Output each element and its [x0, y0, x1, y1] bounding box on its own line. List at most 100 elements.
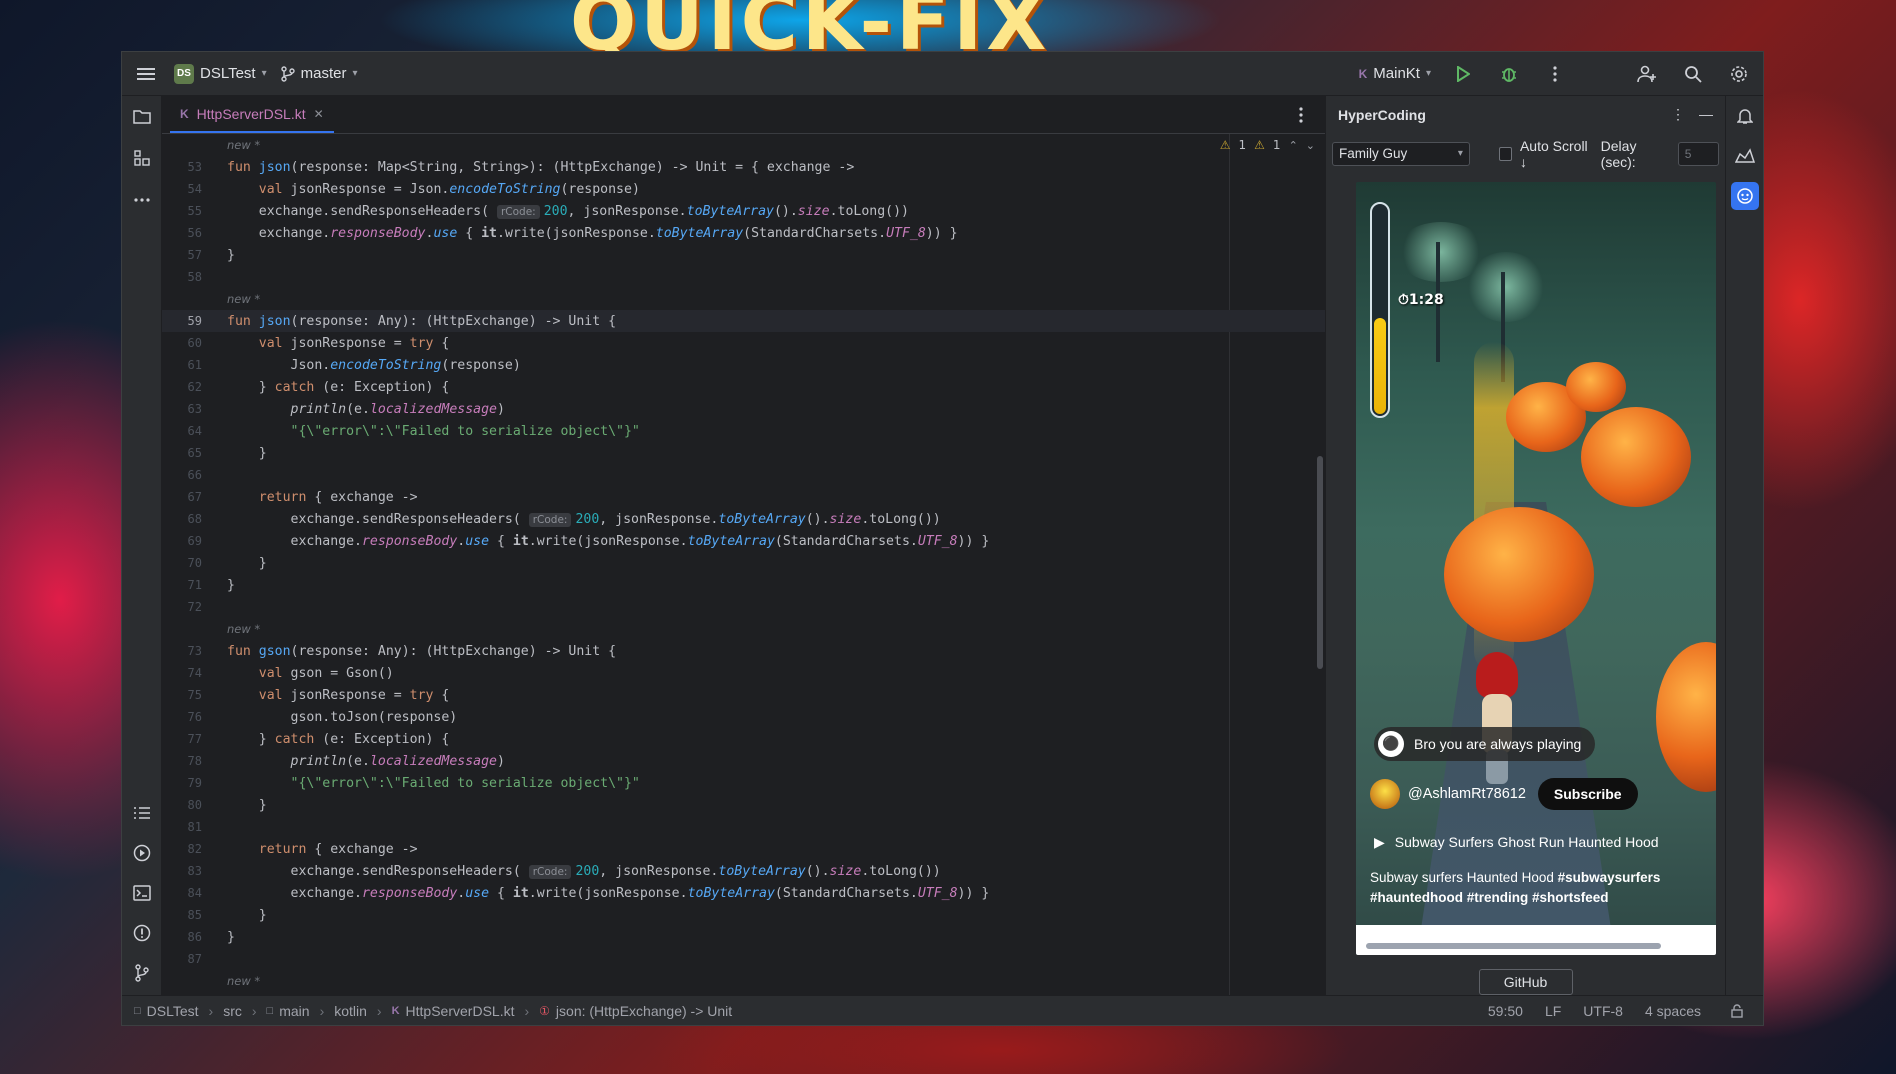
code-line: 87 [162, 948, 1325, 970]
code-line: 62 } catch (e: Exception) { [162, 376, 1325, 398]
todo-list-icon[interactable] [128, 799, 156, 827]
search-icon[interactable] [1679, 60, 1707, 88]
close-icon[interactable]: ✕ [314, 107, 324, 121]
code-line: 84 exchange.responseBody.use { it.write(… [162, 882, 1325, 904]
project-selector[interactable]: DS DSLTest ▾ [174, 63, 267, 84]
code-text: } [227, 929, 235, 945]
code-text: "{\"error\":\"Failed to serialize object… [290, 775, 640, 791]
line-number: 87 [187, 952, 202, 966]
minimize-icon[interactable]: — [1699, 106, 1713, 123]
indent-setting[interactable]: 4 spaces [1645, 1003, 1701, 1019]
code-line: 72 [162, 596, 1325, 618]
breadcrumb-main[interactable]: □ main [267, 1003, 310, 1019]
horizontal-scrollbar[interactable] [1366, 943, 1661, 950]
line-number: 74 [187, 666, 202, 680]
more-vertical-icon[interactable]: ⋮ [1671, 106, 1685, 123]
breadcrumb-label: main [279, 1002, 310, 1019]
lock-icon[interactable] [1723, 997, 1751, 1025]
subscribe-button[interactable]: Subscribe [1537, 777, 1638, 810]
playlist-link[interactable]: ▶ Subway Surfers Ghost Run Haunted Hood [1374, 834, 1659, 851]
inspection-widget[interactable]: ⚠ 1 ⚠ 1 ⌃ ⌄ [1220, 138, 1315, 152]
chevron-down-icon: ▾ [1425, 68, 1431, 79]
breadcrumb-function[interactable]: ① json: (HttpExchange) -> Unit [539, 1003, 732, 1019]
more-horizontal-icon[interactable] [128, 186, 156, 214]
line-separator[interactable]: LF [1545, 1003, 1561, 1019]
line-number: 65 [187, 446, 202, 460]
code-editor[interactable]: new * 53 fun json(response: Map<String, St… [162, 134, 1325, 995]
line-number: 69 [187, 534, 202, 548]
status-bar: □ DSLTest › src › □ main › kotlin › K HttpS… [122, 995, 1763, 1025]
code-vision-hint[interactable]: new * [162, 134, 1325, 156]
pumpkin [1444, 506, 1594, 642]
line-number: 61 [187, 358, 202, 372]
code-vision-hint[interactable]: new * [162, 970, 1325, 992]
code-line: 54 val jsonResponse = Json.encodeToStrin… [162, 178, 1325, 200]
run-config-name: MainKt [1373, 65, 1420, 82]
show-select[interactable]: Family Guy ▾ [1332, 141, 1470, 166]
code-text: exchange.sendResponseHeaders( rCode: 200,… [227, 511, 941, 527]
add-user-icon[interactable] [1633, 60, 1661, 88]
github-button[interactable]: GitHub [1478, 969, 1573, 996]
channel-name[interactable]: @AshlamRt78612 [1408, 786, 1526, 802]
more-vertical-icon[interactable] [1287, 101, 1315, 129]
delay-input[interactable]: 5 [1677, 141, 1720, 166]
branch-selector[interactable]: master ▾ [280, 65, 357, 82]
chevron-up-icon[interactable]: ⌃ [1289, 139, 1298, 152]
video-player[interactable]: ⏱1:28 ⚫ Bro you are always playing @Ashl… [1356, 181, 1716, 956]
main-menu-icon[interactable] [132, 60, 160, 88]
run-config-selector[interactable]: K MainKt ▾ [1359, 65, 1431, 82]
breadcrumb-kotlin[interactable]: kotlin [334, 1003, 367, 1019]
description-hashtags[interactable]: #hauntedhood #trending #shortsfeed [1370, 890, 1609, 905]
breadcrumb-project[interactable]: □ DSLTest [134, 1003, 199, 1019]
code-text: exchange.sendResponseHeaders( rCode: 200,… [227, 203, 909, 219]
run-icon[interactable] [1449, 60, 1477, 88]
game-timer: ⏱1:28 [1398, 291, 1444, 308]
code-text: println(e.localizedMessage) [290, 753, 505, 769]
breadcrumb-separator: › [524, 1002, 530, 1019]
more-vertical-icon[interactable] [1541, 60, 1569, 88]
gear-icon[interactable] [1725, 60, 1753, 88]
panel-controls: Family Guy ▾ Auto Scroll ↓ Delay (sec): … [1326, 134, 1725, 174]
project-badge: DS [174, 63, 194, 84]
power-meter [1370, 201, 1390, 418]
code-line: 65 } [162, 442, 1325, 464]
breadcrumb-separator: › [208, 1002, 214, 1019]
code-line: 56 exchange.responseBody.use { it.write(… [162, 222, 1325, 244]
code-line: 59 fun json(response: Any): (HttpExchange… [162, 310, 1325, 332]
line-number: 63 [187, 402, 202, 416]
code-line: 64 "{\"error\":\"Failed to serialize obj… [162, 420, 1325, 442]
line-number: 59 [187, 314, 202, 328]
terminal-icon[interactable] [128, 879, 156, 907]
vertical-scrollbar[interactable] [1317, 456, 1323, 669]
file-encoding[interactable]: UTF-8 [1583, 1003, 1623, 1019]
code-text: fun json(response: Any): (HttpExchange) … [227, 313, 617, 329]
folder-icon[interactable] [128, 102, 156, 130]
code-text: } [227, 797, 267, 813]
chevron-down-icon[interactable]: ⌄ [1306, 139, 1315, 152]
code-text: exchange.responseBody.use { it.write(jso… [227, 885, 990, 901]
code-line: 77 } catch (e: Exception) { [162, 728, 1325, 750]
structure-icon[interactable] [128, 144, 156, 172]
code-text: return { exchange -> [258, 841, 418, 857]
services-icon[interactable] [128, 839, 156, 867]
code-vision-hint[interactable]: new * [162, 618, 1325, 640]
tab-httpserverdsl[interactable]: K HttpServerDSL.kt ✕ [170, 96, 334, 133]
breadcrumb-file[interactable]: K HttpServerDSL.kt [392, 1003, 515, 1019]
channel-avatar[interactable] [1370, 778, 1400, 809]
debug-icon[interactable] [1495, 60, 1523, 88]
ai-assistant-icon[interactable] [1731, 142, 1759, 170]
notifications-icon[interactable] [1731, 102, 1759, 130]
line-number: 66 [187, 468, 202, 482]
code-line: 67 return { exchange -> [162, 486, 1325, 508]
code-vision-hint[interactable]: new * [162, 288, 1325, 310]
description-hashtags[interactable]: #subwaysurfers [1558, 870, 1661, 885]
kotlin-file-icon: K [180, 106, 189, 121]
auto-scroll-checkbox[interactable] [1498, 146, 1512, 161]
code-text: println(e.localizedMessage) [290, 401, 505, 417]
git-icon[interactable] [128, 959, 156, 987]
caret-position[interactable]: 59:50 [1488, 1003, 1523, 1019]
problems-icon[interactable] [128, 919, 156, 947]
hypercoding-icon[interactable] [1730, 182, 1759, 210]
comment-chip[interactable]: ⚫ Bro you are always playing [1374, 726, 1596, 761]
breadcrumb-src[interactable]: src [223, 1003, 242, 1019]
